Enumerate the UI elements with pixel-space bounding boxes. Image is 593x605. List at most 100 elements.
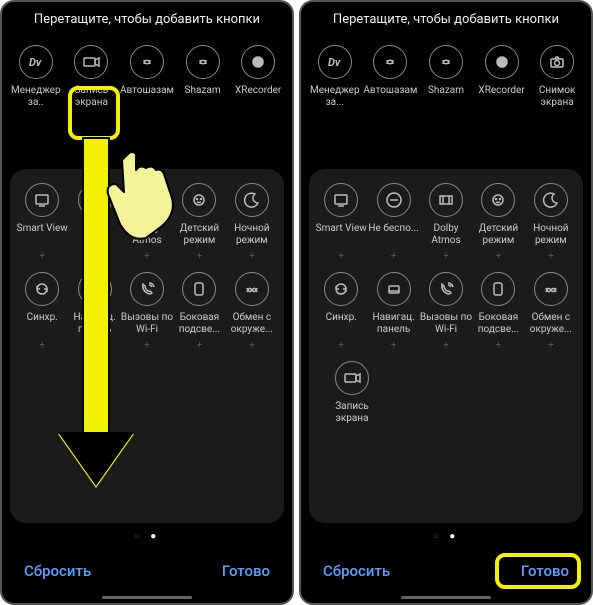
sync-icon bbox=[33, 280, 51, 298]
dot-icon bbox=[249, 53, 267, 71]
tile-label: Детский режим bbox=[472, 223, 524, 247]
tile-label: Навигац. панель bbox=[367, 312, 419, 336]
header-text: Перетащите, чтобы добавить кнопки bbox=[301, 2, 591, 45]
wificall-icon bbox=[437, 280, 455, 298]
available-icons-row: DvМенеджер за... Автошазам Shazam XRecor… bbox=[301, 45, 591, 109]
tile-label: Снимок экрана bbox=[530, 85, 584, 109]
dolby-icon bbox=[138, 191, 156, 209]
tile-label: Менеджер за... bbox=[308, 85, 362, 109]
tile-share[interactable]: Обмен с окруже... bbox=[525, 272, 577, 336]
record-icon bbox=[82, 53, 100, 71]
tile-label: Менеджер за.. bbox=[9, 85, 63, 109]
tile-auto-shazam[interactable]: Автошазам bbox=[363, 45, 417, 109]
tile-label: Запись экрана bbox=[325, 401, 379, 425]
quick-panel: Smart View Не беспо... Dolby Atmos Детск… bbox=[309, 169, 583, 523]
share-icon bbox=[542, 280, 560, 298]
camera-icon bbox=[548, 53, 566, 71]
shazam-icon bbox=[381, 53, 399, 71]
pager-dots[interactable]: ○ ● bbox=[301, 531, 591, 542]
shazam-icon bbox=[194, 53, 212, 71]
tile-smartview[interactable]: Smart View bbox=[16, 183, 68, 247]
tile-sync[interactable]: Синхр. bbox=[16, 272, 68, 336]
navpanel-icon bbox=[385, 280, 403, 298]
moon-icon bbox=[542, 191, 560, 209]
drag-arrow-head bbox=[58, 434, 134, 488]
tile-label: Автошазам bbox=[120, 85, 174, 97]
tile-label: XRecorder bbox=[478, 85, 524, 97]
tile-kids[interactable]: Детский режим bbox=[173, 183, 225, 247]
dnd-icon bbox=[385, 191, 403, 209]
tile-label: Автошазам bbox=[363, 85, 417, 97]
header-text: Перетащите, чтобы добавить кнопки bbox=[2, 2, 292, 45]
tile-kids[interactable]: Детский режим bbox=[472, 183, 524, 247]
tile-label: Синхр. bbox=[326, 312, 357, 324]
tile-label: XRecorder bbox=[235, 85, 281, 97]
nav-handle[interactable] bbox=[102, 596, 192, 599]
tile-auto-shazam[interactable]: Автошазам bbox=[120, 45, 174, 109]
footer: Сбросить Готово bbox=[301, 550, 591, 594]
tile-label: Dolby Atmos bbox=[420, 223, 472, 247]
tile-wificall[interactable]: Вызовы по Wi-Fi bbox=[420, 272, 472, 336]
drop-slots-row: +++++ bbox=[315, 251, 577, 262]
tile-dnd[interactable]: Не беспо... bbox=[367, 183, 419, 247]
tile-smartview[interactable]: Smart View bbox=[315, 183, 367, 247]
tile-dolby[interactable]: Dolby Atmos bbox=[121, 183, 173, 247]
nav-handle[interactable] bbox=[401, 596, 491, 599]
tile-xrecorder[interactable]: XRecorder bbox=[475, 45, 529, 109]
reset-button[interactable]: Сбросить bbox=[323, 562, 390, 580]
tile-edge[interactable]: Боковая подсве... bbox=[472, 272, 524, 336]
tile-shazam[interactable]: Shazam bbox=[419, 45, 473, 109]
available-icons-row: Dv Менеджер за.. Запись экрана Автошазам… bbox=[2, 45, 292, 109]
smartview-icon bbox=[332, 191, 350, 209]
tile-label: Боковая подсве... bbox=[472, 312, 524, 336]
tile-label: Smart View bbox=[316, 223, 367, 235]
kids-icon bbox=[489, 191, 507, 209]
tile-label: Запись экрана bbox=[64, 85, 118, 109]
tile-manager[interactable]: DvМенеджер за... bbox=[308, 45, 362, 109]
tile-sync[interactable]: Синхр. bbox=[315, 272, 367, 336]
shazam-icon bbox=[437, 53, 455, 71]
tile-label: Синхр. bbox=[27, 312, 58, 324]
record-icon bbox=[343, 369, 361, 387]
drag-arrow-stem bbox=[82, 137, 110, 442]
tile-edge[interactable]: Боковая подсве... bbox=[173, 272, 225, 336]
phone-right: Перетащите, чтобы добавить кнопки DvМене… bbox=[299, 0, 593, 605]
edge-icon bbox=[190, 280, 208, 298]
share-icon bbox=[243, 280, 261, 298]
tile-manager[interactable]: Dv Менеджер за.. bbox=[9, 45, 63, 109]
svg-text:Dv: Dv bbox=[29, 56, 42, 69]
edge-icon bbox=[489, 280, 507, 298]
tile-screen-record-placed[interactable]: Запись экрана bbox=[325, 361, 379, 425]
shazam-icon bbox=[138, 53, 156, 71]
reset-button[interactable]: Сбросить bbox=[24, 562, 91, 580]
smartview-icon bbox=[33, 191, 51, 209]
tile-screen-record[interactable]: Запись экрана bbox=[64, 45, 118, 109]
tile-label: Dolby Atmos bbox=[121, 223, 173, 247]
tile-screenshot[interactable]: Снимок экрана bbox=[530, 45, 584, 109]
tile-night[interactable]: Ночной режим bbox=[226, 183, 278, 247]
tile-label: Детский режим bbox=[173, 223, 225, 247]
moon-icon bbox=[243, 191, 261, 209]
tile-label: Обмен с окруже... bbox=[525, 312, 577, 336]
tile-dolby[interactable]: Dolby Atmos bbox=[420, 183, 472, 247]
tile-label: Shazam bbox=[185, 85, 221, 97]
tile-night[interactable]: Ночной режим bbox=[525, 183, 577, 247]
tile-share[interactable]: Обмен с окруже... bbox=[226, 272, 278, 336]
tile-xrecorder[interactable]: XRecorder bbox=[231, 45, 285, 109]
tile-label: Ночной режим bbox=[525, 223, 577, 247]
tile-shazam[interactable]: Shazam bbox=[176, 45, 230, 109]
tile-label: Shazam bbox=[428, 85, 464, 97]
tile-navpanel[interactable]: Навигац. панель bbox=[367, 272, 419, 336]
pager-dots[interactable]: ○ ● bbox=[2, 531, 292, 542]
tile-label: Боковая подсве... bbox=[173, 312, 225, 336]
dot-icon bbox=[493, 53, 511, 71]
done-button[interactable]: Готово bbox=[222, 562, 270, 580]
drop-slots-row: +++++ bbox=[16, 251, 278, 262]
tile-wificall[interactable]: Вызовы по Wi-Fi bbox=[121, 272, 173, 336]
kids-icon bbox=[190, 191, 208, 209]
tile-label: Обмен с окруже... bbox=[226, 312, 278, 336]
tile-label: Вызовы по Wi-Fi bbox=[420, 312, 472, 336]
drop-slots-row: +++++ bbox=[315, 340, 577, 351]
sync-icon bbox=[332, 280, 350, 298]
done-button[interactable]: Готово bbox=[521, 562, 569, 580]
